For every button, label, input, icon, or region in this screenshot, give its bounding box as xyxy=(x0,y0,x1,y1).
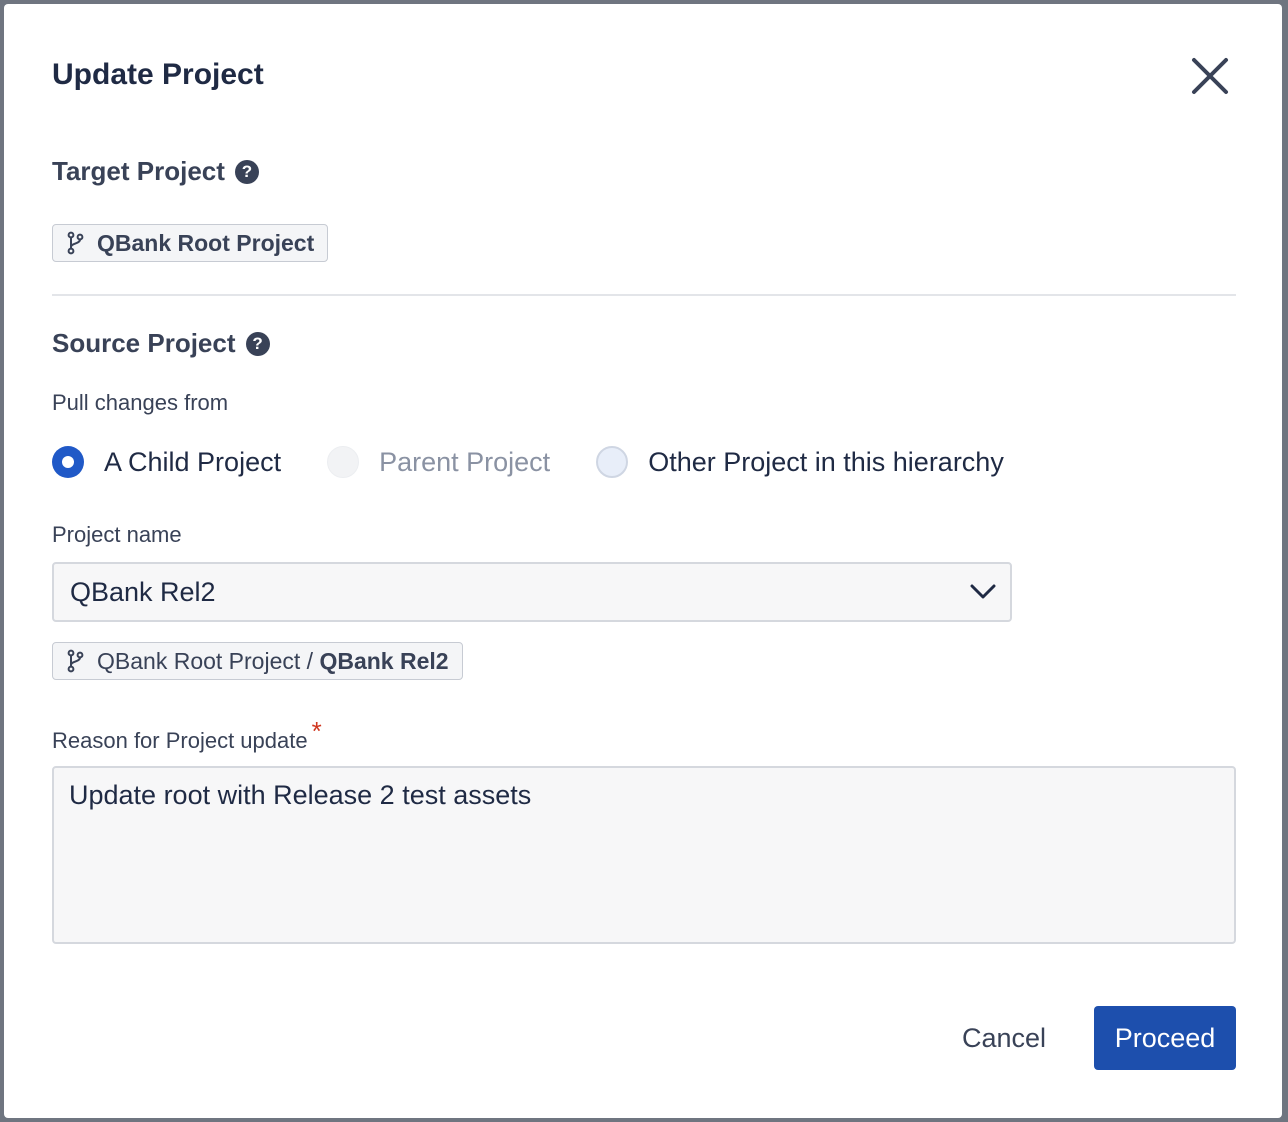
proceed-button[interactable]: Proceed xyxy=(1094,1006,1236,1070)
radio-label: Parent Project xyxy=(379,446,551,477)
branch-icon xyxy=(67,649,84,673)
project-path-prefix: QBank Root Project / xyxy=(97,647,320,674)
radio-child-project[interactable]: A Child Project xyxy=(52,446,281,478)
radio-circle xyxy=(327,446,360,478)
target-project-label: Target Project xyxy=(52,156,225,186)
chevron-down-icon xyxy=(970,584,996,599)
project-path-chip: QBank Root Project / QBank Rel2 xyxy=(52,642,463,680)
pull-source-radio-group: A Child Project Parent Project Other Pro… xyxy=(52,444,1050,480)
section-divider xyxy=(52,294,1236,296)
project-path-current: QBank Rel2 xyxy=(319,647,449,674)
question-circle-icon[interactable]: ? xyxy=(245,331,270,356)
reason-textarea[interactable]: Update root with Release 2 test assets xyxy=(52,766,1236,944)
close-icon xyxy=(1192,58,1228,94)
dialog-title: Update Project xyxy=(52,58,264,91)
pull-changes-label: Pull changes from xyxy=(52,390,229,415)
reason-label-row: Reason for Project update * xyxy=(52,716,322,755)
target-project-heading: Target Project ? xyxy=(52,156,259,187)
required-marker: * xyxy=(311,716,322,746)
radio-circle[interactable] xyxy=(596,446,629,478)
project-name-select[interactable]: QBank Rel2 xyxy=(52,562,1012,622)
cancel-button[interactable]: Cancel xyxy=(948,1006,1060,1070)
branch-icon xyxy=(67,231,84,255)
update-project-dialog: Update Project Target Project ? QBank Ro… xyxy=(4,4,1282,1118)
target-project-chip: QBank Root Project xyxy=(52,224,329,262)
source-project-heading: Source Project ? xyxy=(52,328,270,359)
project-path: QBank Root Project / QBank Rel2 xyxy=(97,648,449,675)
radio-parent-project: Parent Project xyxy=(327,446,550,478)
close-button[interactable] xyxy=(1190,56,1230,96)
radio-label: Other Project in this hierarchy xyxy=(648,446,1004,477)
radio-circle[interactable] xyxy=(52,446,84,478)
reason-label: Reason for Project update xyxy=(52,728,308,753)
target-project-name: QBank Root Project xyxy=(97,229,315,256)
project-name-label: Project name xyxy=(52,522,182,547)
radio-label: A Child Project xyxy=(104,446,282,477)
radio-other-project[interactable]: Other Project in this hierarchy xyxy=(596,446,1004,478)
source-project-label: Source Project xyxy=(52,328,236,358)
question-circle-icon[interactable]: ? xyxy=(234,159,259,184)
project-name-value: QBank Rel2 xyxy=(70,576,216,607)
